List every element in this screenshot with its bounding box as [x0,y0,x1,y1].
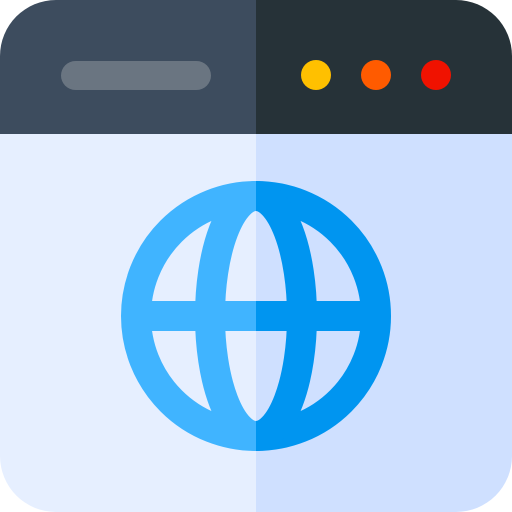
window-dot-orange-icon[interactable] [361,60,391,90]
window-dot-red-icon[interactable] [421,60,451,90]
address-bar[interactable] [61,61,211,90]
window-dot-yellow-icon[interactable] [301,60,331,90]
browser-globe-icon [0,0,512,512]
browser-window-illustration [0,0,512,512]
